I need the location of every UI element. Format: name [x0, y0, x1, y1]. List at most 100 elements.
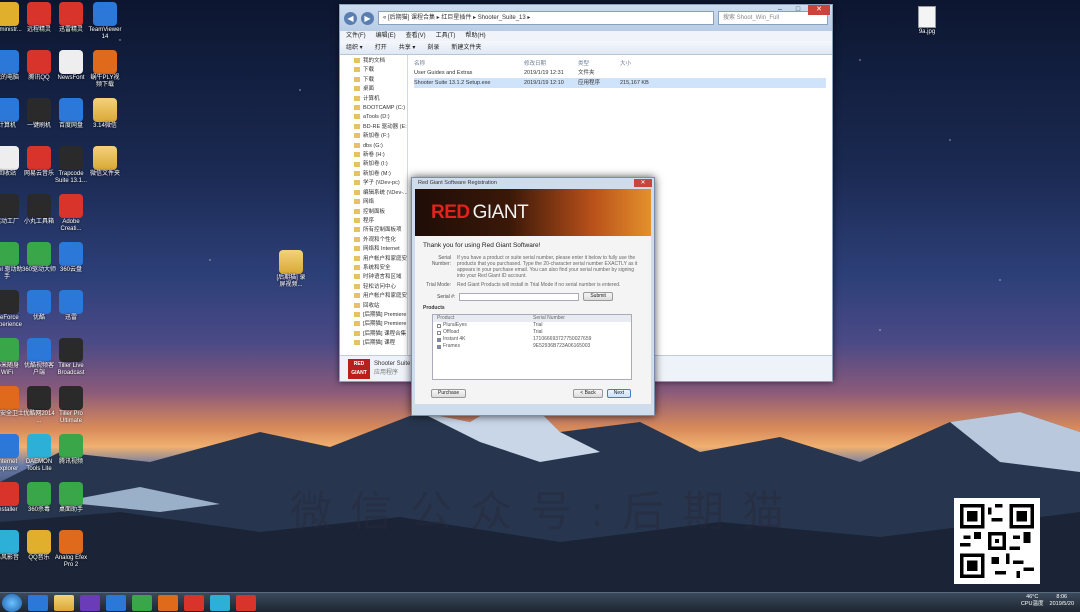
desktop-icon[interactable]: 驱动工厂 [0, 194, 24, 226]
nav-tree-item[interactable]: 下载 [354, 76, 407, 85]
nav-tree-item[interactable]: 用户帐户和家庭安全 [354, 255, 407, 264]
desktop-icon[interactable]: Installer [0, 482, 24, 514]
product-row[interactable]: Frames 9E52936B723A06165003 [433, 343, 631, 350]
nav-tree-item[interactable]: [后期猫] Premiere [354, 320, 407, 329]
toolbar-button[interactable]: 刻录 [427, 41, 439, 54]
desktop-icon[interactable]: 360安全卫士 [0, 386, 24, 418]
menu-item[interactable]: 帮助(H) [465, 31, 485, 41]
address-bar[interactable]: « [后期猫] 课程合集 ▸ 红巨星插件 ▸ Shooter_Suite_13 … [378, 11, 714, 25]
desktop-icon[interactable]: 360杀毒 [22, 482, 56, 514]
desktop-icon[interactable]: Administr... [0, 2, 24, 34]
desktop-icon[interactable]: Tiller Pro Ultimate [54, 386, 88, 425]
nav-tree-item[interactable]: 外观和个性化 [354, 236, 407, 245]
clock[interactable]: 8:06 2019/5/20 [1050, 594, 1074, 608]
menu-item[interactable]: 编辑(E) [376, 31, 396, 41]
nav-tree-item[interactable]: 桌面 [354, 85, 407, 94]
toolbar-button[interactable]: 共享 ▾ [399, 41, 416, 54]
nav-tree-item[interactable]: 网络 [354, 198, 407, 207]
jpg-file[interactable]: 9a.jpg [916, 6, 938, 35]
desktop-icon[interactable]: 蜗牛PLY视频下载 [88, 50, 122, 89]
desktop-icon[interactable]: 迅雷精灵 [54, 2, 88, 34]
desktop-icon[interactable]: GeForce Experience [0, 290, 24, 329]
desktop-icon[interactable]: 腾讯视频 [54, 434, 88, 466]
desktop-icon[interactable]: Tiller Live Broadcast [54, 338, 88, 377]
serial-input[interactable] [459, 292, 580, 301]
desktop-icon[interactable]: 优酷 [22, 290, 56, 322]
desktop-icon[interactable]: 迅雷 [54, 290, 88, 322]
nav-tree-item[interactable]: 新加卷 (M:) [354, 170, 407, 179]
nav-tree-item[interactable]: 轻松访问中心 [354, 283, 407, 292]
file-row[interactable]: Shooter Suite 13.1.2 Setup.exe 2019/1/19 … [414, 78, 826, 88]
desktop-icon[interactable]: 微信文件夹 [88, 146, 122, 178]
submit-button[interactable]: Submit [583, 292, 613, 301]
purchase-button[interactable]: Purchase [431, 389, 467, 398]
nav-tree-item[interactable]: 程序 [354, 217, 407, 226]
nav-tree-item[interactable]: 编辑系统 (\\Dev-...) [354, 189, 407, 198]
desktop-icon[interactable]: Intel 驱动助手 [0, 242, 24, 281]
product-checkbox[interactable] [437, 337, 441, 342]
nav-tree-item[interactable]: 我的文档 [354, 57, 407, 66]
column-header[interactable]: 名称 [414, 59, 524, 68]
desktop-folder[interactable]: [后期猫] 录屏视频... [274, 250, 308, 289]
nav-tree-item[interactable]: 新加卷 (I:) [354, 160, 407, 169]
nav-tree-item[interactable]: 网络和 Internet [354, 245, 407, 254]
nav-tree-item[interactable]: 新加卷 (F:) [354, 132, 407, 141]
minimize-button[interactable]: – [772, 5, 788, 15]
photoshop-taskbar-icon[interactable] [106, 594, 126, 611]
nav-tree-item[interactable]: 系统和安全 [354, 264, 407, 273]
nav-tree-item[interactable]: BD-RE 驱动器 (E:) [354, 123, 407, 132]
desktop-icon[interactable]: NewsFont [54, 50, 88, 82]
desktop-icon[interactable]: 网易云音乐 [22, 146, 56, 178]
maximize-button[interactable]: □ [790, 5, 806, 15]
desktop-icon[interactable]: Adobe Creati... [54, 194, 88, 233]
app-taskbar-icon[interactable] [132, 594, 152, 611]
nav-tree-item[interactable]: 时钟语言和区域 [354, 273, 407, 282]
desktop-icon[interactable]: 计算机 [0, 98, 24, 130]
toolbar-button[interactable]: 新建文件夹 [451, 41, 481, 54]
menu-item[interactable]: 工具(T) [436, 31, 456, 41]
toolbar-button[interactable]: 组织 ▾ [346, 41, 363, 54]
menu-item[interactable]: 文件(F) [346, 31, 366, 41]
column-header[interactable]: 修改日期 [524, 59, 578, 68]
nav-tree-item[interactable]: 用户帐户和家庭安全 [354, 292, 407, 301]
desktop-icon[interactable]: 小米随身WiFi [0, 338, 24, 377]
desktop-icon[interactable]: 腾讯QQ [22, 50, 56, 82]
ie-taskbar-icon[interactable] [28, 594, 48, 611]
product-checkbox[interactable] [437, 330, 441, 335]
nav-tree-item[interactable]: 计算机 [354, 95, 407, 104]
desktop-icon[interactable]: 3.14微信 [88, 98, 122, 130]
desktop-icon[interactable]: 360云盘 [54, 242, 88, 274]
menu-item[interactable]: 查看(V) [406, 31, 426, 41]
nav-tree-item[interactable]: 新卷 (H:) [354, 151, 407, 160]
explorer-taskbar-icon[interactable] [54, 594, 74, 611]
toolbar-button[interactable]: 打开 [375, 41, 387, 54]
desktop-icon[interactable]: QQ音乐 [22, 530, 56, 562]
next-button[interactable]: Next [606, 389, 631, 398]
start-button[interactable] [2, 593, 22, 612]
close-button[interactable]: ✕ [808, 5, 830, 15]
product-checkbox[interactable] [437, 323, 441, 328]
nav-tree-item[interactable]: 控制面板 [354, 208, 407, 217]
red-giant-taskbar-icon[interactable] [236, 594, 256, 611]
column-header[interactable]: 大小 [620, 59, 660, 68]
nav-tree-item[interactable]: 回收站 [354, 302, 407, 311]
product-row[interactable]: Instant 4K 171066693727750027659 [433, 336, 631, 343]
product-checkbox[interactable] [437, 344, 441, 349]
nav-tree-item[interactable]: [后期猫] Premiere [354, 311, 407, 320]
desktop-icon[interactable]: Trapcode Suite 13.1... [54, 146, 88, 185]
dialog-close-button[interactable]: ✕ [634, 179, 652, 187]
desktop-icon[interactable]: 一键刷机 [22, 98, 56, 130]
nav-tree-item[interactable]: 学子 (\\Dev-pc) [354, 179, 407, 188]
chrome-taskbar-icon[interactable] [184, 594, 204, 611]
desktop-icon[interactable]: Analog Efex Pro 2 [54, 530, 88, 569]
column-header[interactable]: 类型 [578, 59, 620, 68]
back-button[interactable]: < Back [573, 389, 603, 398]
desktop-icon[interactable]: 暴风影音 [0, 530, 24, 562]
back-button[interactable]: ◀ [344, 11, 357, 25]
desktop-icon[interactable]: TeamViewer 14 [88, 2, 122, 41]
desktop-icon[interactable]: 百度网盘 [54, 98, 88, 130]
forward-button[interactable]: ▶ [361, 11, 374, 25]
app-taskbar-icon[interactable] [210, 594, 230, 611]
desktop-icon[interactable]: 小丸工具箱 [22, 194, 56, 226]
desktop-icon[interactable]: 远程精灵 [22, 2, 56, 34]
